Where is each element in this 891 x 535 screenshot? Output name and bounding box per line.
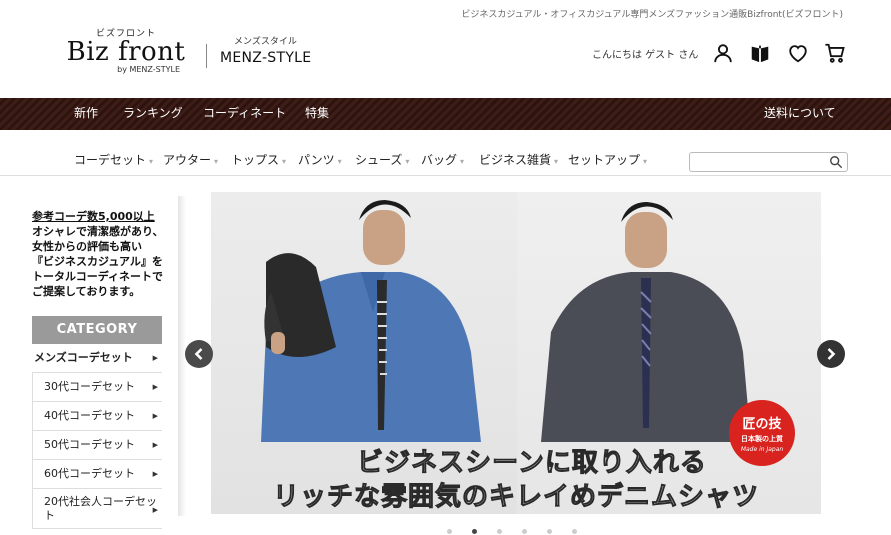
search-input[interactable]: [690, 156, 822, 174]
bookmark-icon[interactable]: [748, 41, 772, 65]
category-item-20s-worker[interactable]: 20代社会人コーデセット ▶: [32, 489, 162, 529]
category-item-60s[interactable]: 60代コーデセット ▶: [32, 460, 162, 489]
category-label: メンズコーデセット: [34, 351, 133, 364]
catnav-coordset[interactable]: コーデセット ▾: [74, 151, 153, 168]
search-box: [689, 152, 848, 174]
chevron-left-icon: [194, 348, 203, 360]
chevron-down-icon: ▾: [554, 157, 559, 166]
sub-logo-name: MENZ-STYLE: [220, 50, 312, 66]
intro-line: 『ビジネスカジュアル』を: [32, 255, 163, 268]
heart-icon[interactable]: [786, 41, 810, 65]
intro-link[interactable]: 参考コーデ数5,000以上: [32, 209, 167, 224]
category-label: 30代コーデセット: [44, 380, 135, 393]
catnav-label: トップス: [231, 153, 280, 167]
badge-line1: 匠の技: [742, 417, 782, 432]
category-label: 40代コーデセット: [44, 409, 135, 422]
chevron-right-icon: [827, 348, 836, 360]
catnav-label: パンツ: [298, 153, 335, 167]
slider-dot[interactable]: [522, 529, 527, 534]
catnav-label: セットアップ: [568, 153, 641, 167]
chevron-down-icon: ▾: [337, 157, 342, 166]
category-item-mens-coordset[interactable]: メンズコーデセット ▶: [32, 344, 162, 373]
category-item-30s[interactable]: 30代コーデセット ▶: [32, 373, 162, 402]
triangle-right-icon: ▶: [152, 383, 158, 391]
catnav-bags[interactable]: バッグ ▾: [421, 151, 464, 168]
chevron-down-icon: ▾: [405, 157, 410, 166]
category-label: 50代コーデセット: [44, 438, 135, 451]
hero-caption-line2: リッチな雰囲気のキレイめデニムシャツ: [272, 482, 759, 513]
chevron-down-icon: ▾: [282, 157, 287, 166]
catnav-label: シューズ: [355, 153, 403, 167]
intro-line: 女性からの評価も高い: [32, 240, 142, 253]
sub-logo-kana: メンズスタイル: [234, 37, 297, 47]
bizfront-logo[interactable]: ビズフロント Biz front by MENZ-STYLE: [66, 26, 186, 74]
category-header: CATEGORY: [32, 316, 162, 344]
category-label: 60代コーデセット: [44, 467, 135, 480]
search-icon[interactable]: [829, 155, 843, 169]
catnav-tops[interactable]: トップス ▾: [231, 151, 286, 168]
user-icon[interactable]: [711, 41, 735, 65]
catnav-label: コーデセット: [74, 153, 147, 167]
slider-prev-button[interactable]: [185, 340, 213, 368]
hero-banner[interactable]: 匠の技 日本製の上質 Made in Japan ビジネスシーンに取り入れる リ…: [211, 192, 821, 514]
nav-feature[interactable]: 特集: [305, 98, 329, 130]
guest-greeting: こんにちは ゲスト さん: [592, 50, 699, 61]
slider-dot[interactable]: [572, 529, 577, 534]
catnav-outer[interactable]: アウター ▾: [163, 151, 218, 168]
category-list: メンズコーデセット ▶ 30代コーデセット ▶ 40代コーデセット ▶ 50代コーデセ…: [32, 344, 162, 529]
catnav-shoes[interactable]: シューズ ▾: [355, 151, 409, 168]
intro-line: オシャレで清潔感があり、: [32, 225, 164, 238]
nav-shipping[interactable]: 送料について: [764, 98, 836, 130]
slider-dot[interactable]: [447, 529, 452, 534]
catnav-business-goods[interactable]: ビジネス雑貨 ▾: [479, 151, 558, 168]
triangle-right-icon: ▶: [152, 354, 158, 362]
catnav-label: アウター: [163, 153, 212, 167]
category-item-50s[interactable]: 50代コーデセット ▶: [32, 431, 162, 460]
slider-dot[interactable]: [472, 529, 477, 534]
site-tagline: ビジネスカジュアル・オフィスカジュアル専門メンズファッション通販Bizfront…: [461, 10, 843, 20]
chevron-down-icon: ▾: [214, 157, 219, 166]
logo-divider: [206, 44, 207, 68]
slider-next-button[interactable]: [817, 340, 845, 368]
sidebar-intro: 参考コーデ数5,000以上 オシャレで清潔感があり、 女性からの評価も高い 『ビ…: [32, 209, 167, 299]
intro-line: トータルコーディネートで: [32, 270, 164, 283]
slider-dot[interactable]: [497, 529, 502, 534]
chevron-down-icon: ▾: [643, 157, 648, 166]
triangle-right-icon: ▶: [152, 506, 158, 514]
nav-ranking[interactable]: ランキング: [123, 98, 183, 130]
slider-dot[interactable]: [547, 529, 552, 534]
menz-style-logo[interactable]: メンズスタイル MENZ-STYLE: [220, 34, 311, 66]
catnav-setup[interactable]: セットアップ ▾: [568, 151, 647, 168]
logo-name: Biz front: [66, 37, 186, 67]
hero-caption-line1: ビジネスシーンに取り入れる: [357, 448, 707, 479]
triangle-right-icon: ▶: [152, 441, 158, 449]
chevron-down-icon: ▾: [149, 157, 154, 166]
main-navbar: 新作 ランキング コーディネート 特集 送料について: [0, 98, 891, 130]
nav-new[interactable]: 新作: [74, 98, 98, 130]
intro-line: ご提案しております。: [32, 285, 141, 298]
triangle-right-icon: ▶: [152, 470, 158, 478]
category-item-40s[interactable]: 40代コーデセット ▶: [32, 402, 162, 431]
cart-icon[interactable]: [823, 41, 847, 65]
nav-coordinate[interactable]: コーディネート: [203, 98, 286, 130]
catnav-label: バッグ: [421, 153, 458, 167]
catnav-label: ビジネス雑貨: [479, 153, 552, 167]
category-label: 20代社会人コーデセット: [44, 495, 157, 522]
chevron-down-icon: ▾: [460, 157, 465, 166]
triangle-right-icon: ▶: [152, 412, 158, 420]
catnav-pants[interactable]: パンツ ▾: [298, 151, 342, 168]
